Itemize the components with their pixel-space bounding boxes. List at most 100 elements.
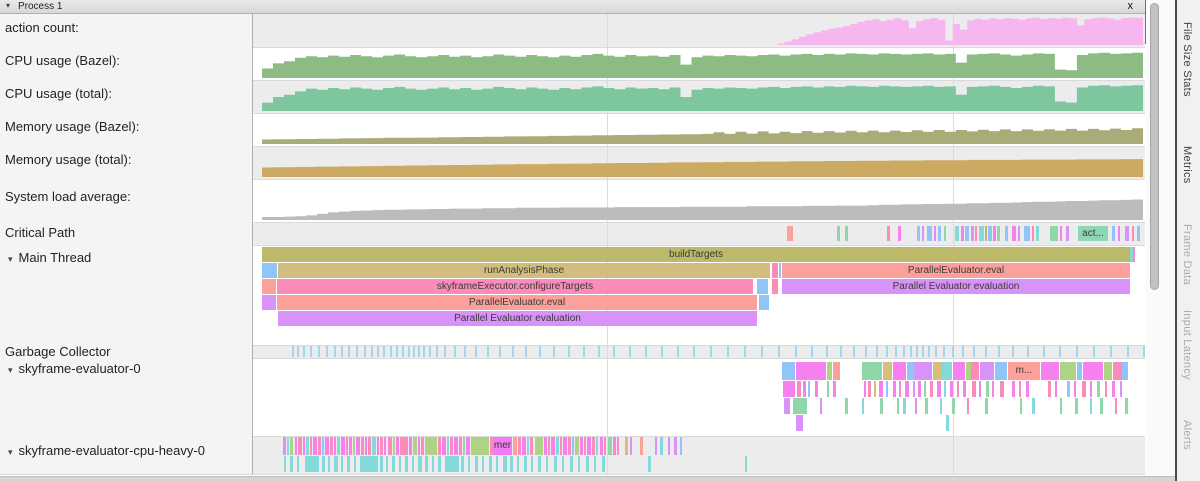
trace-event[interactable] <box>868 381 871 397</box>
trace-event[interactable] <box>886 381 888 397</box>
trace-event[interactable] <box>952 398 955 414</box>
trace-event-labeled[interactable]: act... <box>1078 226 1108 241</box>
trace-event[interactable] <box>1019 381 1021 397</box>
gc-event-tick[interactable] <box>645 346 647 357</box>
gc-event-tick[interactable] <box>629 346 631 357</box>
trace-event[interactable] <box>1090 381 1092 397</box>
trace-event[interactable] <box>772 263 778 278</box>
trace-event[interactable] <box>820 398 822 414</box>
trace-event[interactable] <box>1055 381 1057 397</box>
vertical-scrollbar-thumb[interactable] <box>1150 3 1159 290</box>
trace-event[interactable] <box>674 437 677 455</box>
trace-event[interactable] <box>386 456 388 472</box>
gc-event-tick[interactable] <box>710 346 712 357</box>
gc-event-tick[interactable] <box>998 346 1000 357</box>
trace-event[interactable] <box>418 437 420 455</box>
trace-event[interactable] <box>1100 398 1103 414</box>
trace-event[interactable] <box>815 381 818 397</box>
trace-event[interactable] <box>575 437 579 455</box>
gc-event-tick[interactable] <box>1027 346 1029 357</box>
trace-event[interactable] <box>425 437 437 455</box>
trace-event[interactable] <box>905 381 909 397</box>
trace-event[interactable] <box>997 226 1000 241</box>
gc-event-tick[interactable] <box>553 346 555 357</box>
trace-event[interactable] <box>862 398 864 414</box>
gc-event-tick[interactable] <box>727 346 729 357</box>
trace-event[interactable] <box>924 381 926 397</box>
trace-event[interactable] <box>972 381 976 397</box>
side-tab-frame-data[interactable]: Frame Data <box>1181 224 1193 285</box>
trace-event[interactable] <box>979 381 981 397</box>
trace-event[interactable] <box>955 226 959 241</box>
trace-event[interactable] <box>827 381 829 397</box>
gc-event-tick[interactable] <box>334 346 336 357</box>
trace-event[interactable] <box>284 456 286 472</box>
trace-event[interactable] <box>1137 226 1140 241</box>
trace-event[interactable] <box>893 381 896 397</box>
trace-event[interactable] <box>563 437 567 455</box>
trace-event[interactable] <box>447 437 449 455</box>
gc-event-tick[interactable] <box>436 346 438 357</box>
trace-event[interactable] <box>466 437 470 455</box>
trace-event[interactable] <box>985 398 988 414</box>
trace-event[interactable] <box>971 226 974 241</box>
trace-event[interactable] <box>927 226 932 241</box>
trace-event[interactable] <box>883 362 892 380</box>
trace-event[interactable] <box>328 456 330 472</box>
trace-event[interactable] <box>934 226 936 241</box>
track-label-skyframe-evaluator-0[interactable]: ▾skyframe-evaluator-0 <box>8 361 141 376</box>
trace-event[interactable] <box>1060 398 1062 414</box>
trace-event-labeled[interactable]: Parallel Evaluator evaluation <box>782 279 1130 294</box>
counter-chart-mem-total[interactable] <box>262 149 1143 177</box>
trace-event[interactable] <box>1075 398 1078 414</box>
trace-event[interactable] <box>594 456 596 472</box>
trace-event[interactable] <box>349 437 352 455</box>
trace-event[interactable] <box>1097 381 1100 397</box>
trace-event[interactable] <box>1026 381 1029 397</box>
trace-event[interactable] <box>531 456 533 472</box>
trace-event[interactable] <box>880 398 883 414</box>
counter-chart-action-count[interactable] <box>777 17 1143 45</box>
trace-event[interactable] <box>1060 362 1076 380</box>
trace-event[interactable] <box>986 381 989 397</box>
trace-event[interactable] <box>1120 381 1122 397</box>
trace-event-labeled[interactable]: skyframeExecutor.configureTargets <box>277 279 753 294</box>
trace-event-labeled[interactable]: ParallelEvaluator.eval <box>782 263 1130 278</box>
gc-event-tick[interactable] <box>1093 346 1095 357</box>
trace-event[interactable] <box>930 381 933 397</box>
trace-event[interactable] <box>787 226 793 241</box>
trace-event[interactable] <box>772 279 778 294</box>
trace-event[interactable] <box>596 437 598 455</box>
trace-event[interactable] <box>1032 226 1034 241</box>
trace-event[interactable] <box>903 398 906 414</box>
trace-event[interactable] <box>396 437 399 455</box>
trace-event[interactable] <box>356 437 360 455</box>
trace-event[interactable] <box>442 437 446 455</box>
gc-event-tick[interactable] <box>1012 346 1014 357</box>
gc-event-tick[interactable] <box>886 346 888 357</box>
trace-event[interactable] <box>1005 226 1008 241</box>
gc-event-tick[interactable] <box>895 346 897 357</box>
trace-event[interactable] <box>454 437 458 455</box>
counter-chart-cpu-bazel[interactable] <box>262 50 1143 78</box>
trace-event[interactable] <box>554 456 557 472</box>
gc-event-tick[interactable] <box>928 346 930 357</box>
trace-event[interactable] <box>1122 362 1128 380</box>
gc-event-tick[interactable] <box>408 346 410 357</box>
trace-event[interactable] <box>1048 381 1051 397</box>
trace-event[interactable] <box>305 456 319 472</box>
gc-event-tick[interactable] <box>865 346 867 357</box>
trace-event[interactable] <box>489 456 492 472</box>
trace-event[interactable] <box>898 226 901 241</box>
trace-event[interactable] <box>1112 381 1115 397</box>
gc-event-tick[interactable] <box>613 346 615 357</box>
gc-event-tick[interactable] <box>1127 346 1129 357</box>
gc-event-tick[interactable] <box>1043 346 1045 357</box>
trace-event[interactable] <box>655 437 657 455</box>
trace-event[interactable] <box>1112 226 1115 241</box>
trace-event[interactable] <box>1012 381 1015 397</box>
gc-event-tick[interactable] <box>444 346 446 357</box>
trace-event[interactable] <box>1105 381 1107 397</box>
track-label-cpu-total[interactable]: CPU usage (total): <box>5 86 112 101</box>
trace-event[interactable] <box>392 456 395 472</box>
